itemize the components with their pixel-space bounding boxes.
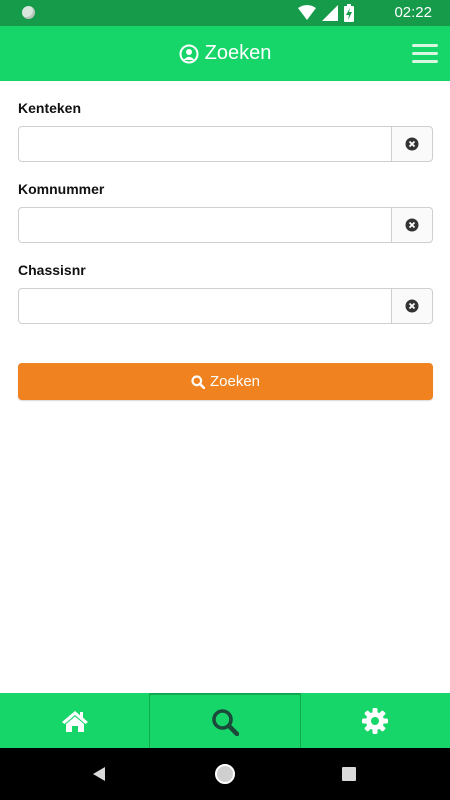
- hamburger-icon: [412, 44, 438, 47]
- status-time: 02:22: [394, 4, 432, 21]
- chassisnr-clear-button[interactable]: [391, 288, 433, 324]
- app-bar-title: Zoeken: [0, 26, 450, 81]
- komnummer-input-group: [18, 207, 433, 243]
- search-button[interactable]: Zoeken: [18, 363, 433, 400]
- back-icon[interactable]: [92, 767, 106, 781]
- system-nav-bar: [0, 748, 450, 800]
- home-nav-icon[interactable]: [214, 763, 236, 785]
- chassisnr-label: Chassisnr: [18, 262, 86, 278]
- komnummer-input[interactable]: [18, 207, 392, 243]
- kenteken-input[interactable]: [18, 126, 392, 162]
- status-icons: [298, 4, 354, 22]
- gear-icon: [362, 707, 389, 734]
- bottom-tab-bar: [0, 693, 450, 748]
- search-icon: [191, 374, 205, 389]
- tab-search[interactable]: [149, 693, 301, 748]
- hamburger-icon-line: [412, 60, 438, 63]
- chassisnr-input[interactable]: [18, 288, 392, 324]
- recents-icon[interactable]: [342, 767, 356, 781]
- kenteken-clear-button[interactable]: [391, 126, 433, 162]
- clear-icon: [405, 299, 419, 313]
- chassisnr-input-group: [18, 288, 433, 324]
- app-bar: Zoeken: [0, 26, 450, 81]
- notification-icon: [22, 6, 35, 19]
- kenteken-input-group: [18, 126, 433, 162]
- komnummer-clear-button[interactable]: [391, 207, 433, 243]
- signal-icon: [322, 5, 338, 21]
- komnummer-label: Komnummer: [18, 181, 105, 197]
- search-icon: [212, 708, 239, 736]
- user-circle-icon: [179, 44, 199, 63]
- tab-home[interactable]: [0, 693, 149, 748]
- hamburger-icon-line: [412, 52, 438, 55]
- search-button-label: Zoeken: [209, 373, 261, 390]
- menu-button[interactable]: [412, 44, 438, 64]
- home-icon: [61, 710, 88, 732]
- clear-icon: [405, 137, 419, 151]
- status-bar: 02:22: [0, 0, 450, 26]
- tab-settings[interactable]: [301, 693, 450, 748]
- clear-icon: [405, 218, 419, 232]
- kenteken-label: Kenteken: [18, 100, 82, 116]
- wifi-icon: [298, 5, 316, 20]
- page-title: Zoeken: [204, 42, 272, 64]
- battery-icon: [344, 4, 354, 22]
